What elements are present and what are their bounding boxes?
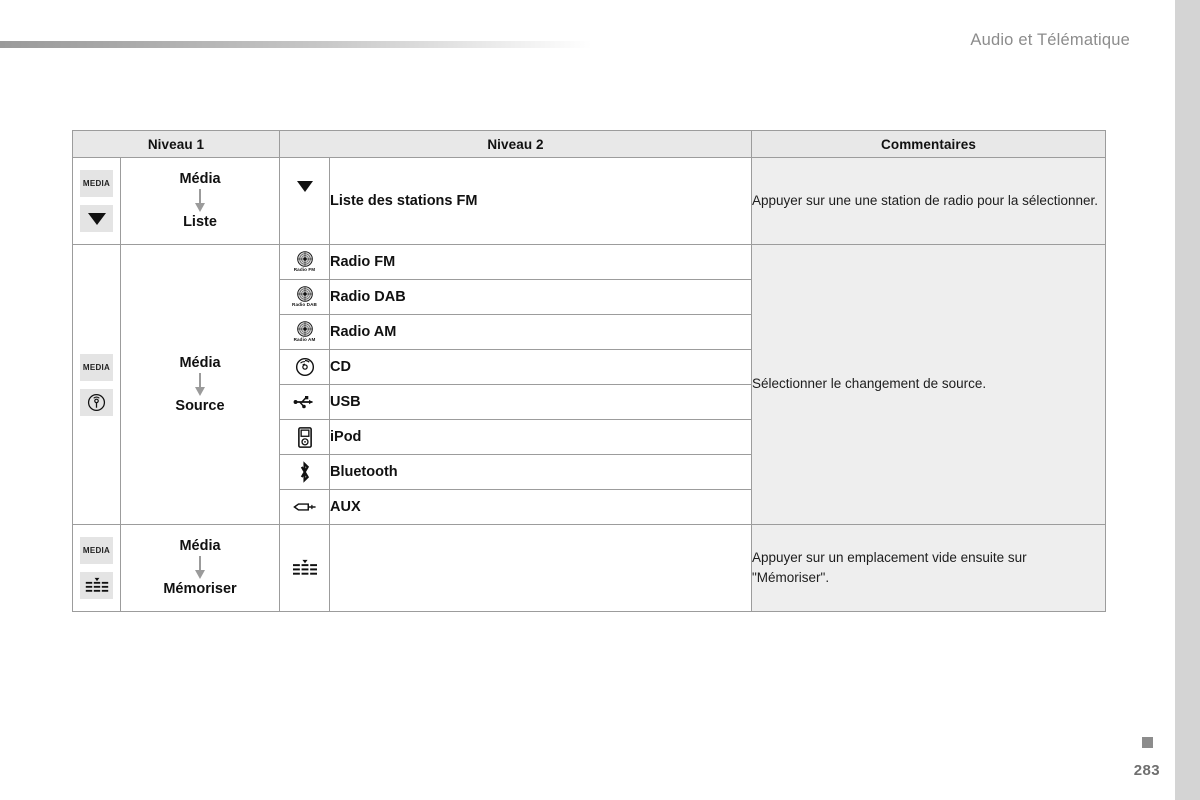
radio-disc-icon: Radio FM	[280, 248, 329, 276]
level2-icon-cell	[279, 157, 330, 245]
media-hardkey-button[interactable]: MEDIA	[80, 170, 113, 197]
table-row: MEDIA Média Mémoriser Appuyer sur un emp…	[72, 524, 1106, 612]
cd-disc-icon	[295, 357, 315, 377]
header-gradient-rule	[0, 41, 592, 48]
arrow-down-icon	[195, 556, 205, 580]
audio-commands-table-wrapper: Niveau 1 Niveau 2 Commentaires MEDIA Méd…	[72, 130, 1106, 612]
level1-flow-to: Source	[175, 397, 225, 414]
table-header-row: Niveau 1 Niveau 2 Commentaires	[72, 130, 1106, 158]
column-header-comments: Commentaires	[751, 130, 1106, 158]
page-edge-gap	[1172, 0, 1175, 800]
level1-flow: Média Mémoriser	[121, 526, 279, 609]
memorise-list-icon	[292, 559, 318, 577]
level2-icon-cell	[279, 524, 330, 612]
page-marker-square	[1142, 737, 1153, 748]
level2-label-cell: CD	[329, 349, 752, 385]
hardkey-cell-memoriser: MEDIA	[72, 524, 121, 612]
hardkey-stack: MEDIA	[73, 344, 120, 426]
level1-flow-to: Liste	[183, 214, 217, 230]
comment-cell: Appuyer sur un emplacement vide ensuite …	[751, 524, 1106, 612]
comment-cell: Sélectionner le changement de source.	[751, 244, 1106, 525]
level1-flow: Média Source	[121, 343, 279, 426]
aux-jack-icon	[292, 501, 318, 513]
level2-label-cell: Radio DAB	[329, 279, 752, 315]
level2-icon-cell: Radio FM	[279, 244, 330, 280]
usb-icon	[293, 394, 317, 410]
level2-icon-cell	[279, 454, 330, 490]
memorise-hardkey-button[interactable]	[80, 572, 113, 599]
hardkey-stack: MEDIA	[73, 160, 120, 242]
level2-icon-cell	[279, 384, 330, 420]
media-hardkey-button[interactable]: MEDIA	[80, 537, 113, 564]
level1-flow-from: Média	[179, 171, 221, 188]
level2-label-cell	[329, 524, 752, 612]
triangle-down-icon	[87, 212, 106, 225]
level2-icon-cell: Radio AM	[279, 314, 330, 350]
comment-cell: Appuyer sur une une station de radio pou…	[751, 157, 1106, 245]
level2-label-cell: Bluetooth	[329, 454, 752, 490]
radio-disc-icon-caption: Radio AM	[293, 337, 316, 343]
page-edge-strip	[1175, 0, 1200, 800]
column-header-level2: Niveau 2	[279, 130, 752, 158]
bluetooth-icon	[297, 461, 312, 483]
page-number: 283	[1133, 762, 1160, 779]
level2-label-cell: iPod	[329, 419, 752, 455]
arrow-down-icon	[195, 189, 205, 213]
level2-icon-cell	[279, 419, 330, 455]
level2-label-cell: USB	[329, 384, 752, 420]
level2-icon-cell	[279, 349, 330, 385]
page-header-title: Audio et Télématique	[970, 31, 1130, 49]
column-header-level1: Niveau 1	[72, 130, 280, 158]
level1-cell-liste: Média Liste	[120, 157, 280, 245]
level1-flow-from: Média	[179, 354, 221, 371]
list-hardkey-button[interactable]	[80, 205, 113, 232]
level2-icon-cell	[279, 489, 330, 525]
radio-disc-icon: Radio DAB	[280, 283, 329, 311]
level2-icon-cell: Radio DAB	[279, 279, 330, 315]
level2-label-cell: Radio FM	[329, 244, 752, 280]
level1-cell-memoriser: Média Mémoriser	[120, 524, 280, 612]
hardkey-cell-source: MEDIA	[72, 244, 121, 525]
level1-cell-source: Média Source	[120, 244, 280, 525]
memorise-list-icon	[85, 577, 109, 594]
source-antenna-icon	[87, 393, 106, 412]
audio-commands-table: Niveau 1 Niveau 2 Commentaires MEDIA Méd…	[72, 130, 1106, 612]
ipod-icon	[297, 426, 312, 448]
media-hardkey-button[interactable]: MEDIA	[80, 353, 113, 381]
level2-label-cell: Radio AM	[329, 314, 752, 350]
radio-disc-icon: Radio AM	[280, 318, 329, 346]
source-hardkey-button[interactable]	[80, 388, 113, 416]
table-row: MEDIA Média Source Radio FM Radio FM Sél…	[72, 244, 1106, 525]
arrow-down-icon	[195, 372, 205, 397]
hardkey-cell-liste: MEDIA	[72, 157, 121, 245]
triangle-down-icon	[296, 181, 313, 209]
level2-label-cell: AUX	[329, 489, 752, 525]
table-row: MEDIA Média Liste Liste des stations FM …	[72, 157, 1106, 245]
level1-flow: Média Liste	[121, 159, 279, 242]
hardkey-stack: MEDIA	[73, 527, 120, 609]
level1-flow-to: Mémoriser	[163, 581, 237, 597]
level1-flow-from: Média	[179, 538, 221, 555]
level2-label-cell: Liste des stations FM	[329, 157, 752, 245]
radio-disc-icon-caption: Radio DAB	[292, 302, 317, 308]
radio-disc-icon-caption: Radio FM	[293, 267, 316, 273]
